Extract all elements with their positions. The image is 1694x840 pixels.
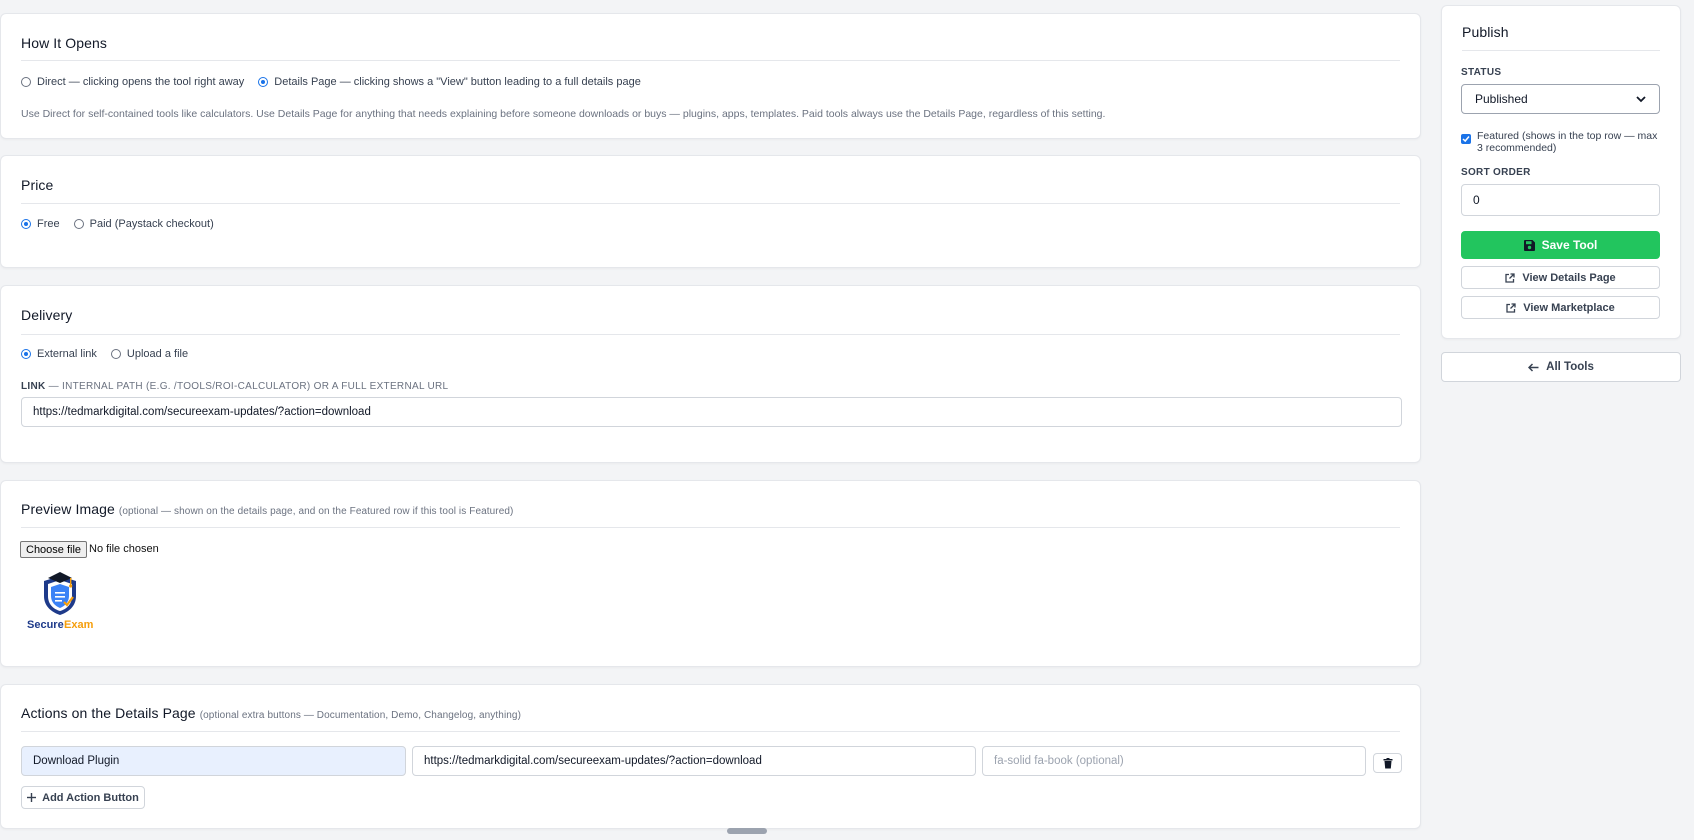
action-url-input[interactable]: https://tedmarkdigital.com/secureexam-up… <box>412 746 976 776</box>
radio-circle[interactable] <box>73 219 84 229</box>
choose-file-button[interactable]: Choose file <box>20 541 88 558</box>
delivery-title: Delivery <box>21 307 73 323</box>
price-card: Price Free Paid (Paystack checkout) <box>0 155 1421 268</box>
status-select[interactable]: Published <box>1461 84 1660 114</box>
view-details-page-button[interactable]: View Details Page <box>1461 266 1660 289</box>
preview-image-card: Preview Image (optional — shown on the de… <box>0 480 1421 667</box>
radio-details-page[interactable]: Details Page — clicking shows a "View" b… <box>258 76 641 88</box>
radio-circle[interactable] <box>21 77 31 87</box>
sort-order-input[interactable]: 0 <box>1461 184 1660 216</box>
arrow-left-icon <box>1528 362 1539 372</box>
publish-title: Publish <box>1462 24 1509 40</box>
action-label-input[interactable]: Download Plugin <box>21 746 406 776</box>
status-label: STATUS <box>1461 67 1502 78</box>
price-radio-group: Free Paid (Paystack checkout) <box>21 218 214 230</box>
divider <box>1462 50 1660 51</box>
link-label: LINK — INTERNAL PATH (E.G. /TOOLS/ROI-CA… <box>21 381 449 392</box>
radio-paid[interactable]: Paid (Paystack checkout) <box>73 218 214 230</box>
delivery-radio-group: External link Upload a file <box>21 348 188 360</box>
floppy-disk-icon <box>1523 239 1535 251</box>
actions-card: Actions on the Details Page (optional ext… <box>0 684 1421 829</box>
view-marketplace-button[interactable]: View Marketplace <box>1461 296 1660 319</box>
chevron-down-icon <box>1636 95 1646 102</box>
delivery-card: Delivery External link Upload a file LIN… <box>0 285 1421 463</box>
featured-checkbox[interactable] <box>1461 134 1471 144</box>
logo-text-exam: Exam <box>64 619 94 631</box>
open-mode-help: Use Direct for self-contained tools like… <box>21 108 1106 120</box>
action-icon-input[interactable]: fa-solid fa-book (optional) <box>982 746 1366 776</box>
shield-graduation-cap-icon: Secure Exam <box>27 572 94 631</box>
link-input[interactable]: https://tedmarkdigital.com/secureexam-up… <box>21 397 1402 427</box>
radio-circle-selected[interactable] <box>21 219 31 229</box>
actions-title: Actions on the Details Page (optional ext… <box>21 705 522 721</box>
check-icon <box>1462 136 1470 143</box>
radio-circle-selected[interactable] <box>21 349 31 359</box>
open-mode-radio-group: Direct — clicking opens the tool right a… <box>21 76 641 88</box>
radio-upload-file[interactable]: Upload a file <box>110 348 188 360</box>
trash-icon <box>1383 757 1392 768</box>
divider <box>21 60 1400 61</box>
preview-image-title: Preview Image (optional — shown on the de… <box>21 501 514 517</box>
how-it-opens-title: How It Opens <box>21 35 108 51</box>
radio-external-link[interactable]: External link <box>21 348 97 360</box>
external-link-icon <box>1505 272 1515 283</box>
featured-checkbox-row[interactable]: Featured (shows in the top row — max 3 r… <box>1461 130 1661 154</box>
radio-free[interactable]: Free <box>21 218 60 230</box>
radio-circle-selected[interactable] <box>258 77 269 87</box>
delete-action-button[interactable] <box>1373 753 1402 773</box>
add-action-button[interactable]: Add Action Button <box>21 786 145 809</box>
plus-icon <box>27 793 37 802</box>
divider <box>21 527 1400 528</box>
divider <box>21 334 1400 335</box>
resize-handle[interactable] <box>727 828 767 834</box>
price-title: Price <box>21 177 54 193</box>
save-tool-button[interactable]: Save Tool <box>1461 231 1660 259</box>
external-link-icon <box>1506 302 1516 313</box>
radio-circle[interactable] <box>110 349 121 359</box>
how-it-opens-card: How It Opens Direct — clicking opens the… <box>0 13 1421 139</box>
logo-text-secure: Secure <box>27 619 64 631</box>
file-status: No file chosen <box>89 543 159 555</box>
sort-order-label: SORT ORDER <box>1461 167 1531 178</box>
divider <box>21 731 1400 732</box>
secure-exam-logo-image: Secure Exam <box>20 566 100 640</box>
divider <box>21 203 1400 204</box>
all-tools-button[interactable]: All Tools <box>1441 352 1681 382</box>
radio-direct[interactable]: Direct — clicking opens the tool right a… <box>21 76 244 88</box>
